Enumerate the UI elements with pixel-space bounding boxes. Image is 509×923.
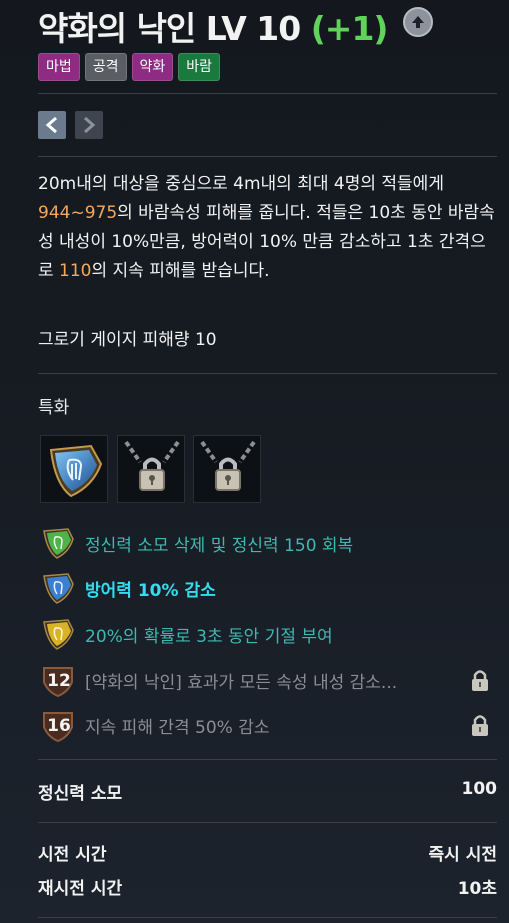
- tripod-text: 지속 피해 간격 50% 감소: [85, 717, 270, 738]
- tripod-slot-locked[interactable]: [117, 435, 185, 503]
- tripod-slot-harp[interactable]: [40, 435, 108, 503]
- tripod-option[interactable]: 20%의 확률로 3초 동안 기절 부여: [40, 616, 333, 652]
- next-button[interactable]: [75, 111, 103, 139]
- divider: [38, 759, 497, 760]
- description-text: 20m내의 대상을 중심으로 4m내의 최대 4명의 적들에게: [38, 174, 444, 194]
- level-badge: 12: [40, 662, 76, 698]
- chain-lock-icon: [200, 440, 256, 491]
- tag-wind: 바람: [178, 53, 221, 81]
- tripod-option[interactable]: 방어력 10% 감소: [40, 570, 216, 606]
- prev-button[interactable]: [38, 111, 66, 139]
- level-number: 16: [47, 716, 71, 736]
- skill-description: 20m내의 대상을 중심으로 4m내의 최대 4명의 적들에게 944~975 의…: [38, 170, 498, 286]
- tripod-text: 정신력 소모 삭제 및 정신력 150 회복: [85, 535, 354, 556]
- cast-time-value: 즉시 시전: [428, 845, 497, 865]
- blue-shield-icon: [40, 570, 76, 606]
- tripod-option-locked[interactable]: 16 지속 피해 간격 50% 감소: [40, 707, 270, 743]
- chevron-left-icon: [45, 116, 57, 134]
- mana-cost-label: 정신력 소모: [38, 784, 123, 804]
- tripod-slot-locked[interactable]: [193, 435, 261, 503]
- gold-shield-icon: [40, 616, 76, 652]
- stagger-gauge-text: 그로기 게이지 피해량 10: [38, 330, 217, 350]
- description-text: 의 지속 피해를 받습니다.: [91, 261, 270, 281]
- cast-time-label: 시전 시간: [38, 845, 107, 865]
- green-shield-icon: [40, 525, 76, 561]
- specialization-label: 특화: [38, 398, 70, 418]
- cooldown-row: 재시전 시간 10초: [38, 874, 497, 899]
- chevron-right-icon: [84, 116, 96, 134]
- divider: [38, 373, 497, 374]
- cooldown-label: 재시전 시간: [38, 879, 123, 899]
- tripod-option-locked[interactable]: 12 [약화의 낙인] 효과가 모든 속성 내성 감소...: [40, 662, 397, 698]
- tripod-text: 20%의 확률로 3초 동안 기절 부여: [85, 626, 333, 647]
- mana-cost-value: 100: [461, 779, 498, 799]
- skill-bonus-level: (+1): [310, 9, 389, 48]
- level-up-button[interactable]: [403, 7, 433, 37]
- tripod-option[interactable]: 정신력 소모 삭제 및 정신력 150 회복: [40, 525, 353, 561]
- skill-tags: 마법 공격 약화 바람: [38, 53, 221, 81]
- divider: [38, 156, 497, 157]
- mana-cost-row: 정신력 소모 100: [38, 779, 497, 804]
- cast-time-row: 시전 시간 즉시 시전: [38, 840, 497, 865]
- dot-damage-value: 110: [59, 261, 92, 281]
- chain-lock-icon: [124, 440, 180, 491]
- lock-icon: [472, 715, 488, 736]
- divider: [38, 822, 497, 823]
- arrow-up-icon: [412, 16, 424, 28]
- tripod-text: [약화의 낙인] 효과가 모든 속성 내성 감소...: [85, 672, 398, 693]
- level-badge: 16: [40, 707, 76, 743]
- level-number: 12: [47, 671, 71, 691]
- harp-shield-icon: [49, 444, 103, 498]
- divider: [38, 917, 497, 918]
- tag-debuff: 약화: [131, 53, 174, 81]
- skill-title: 약화의 낙인 LV 10 (+1): [38, 2, 388, 50]
- tag-attack: 공격: [84, 53, 127, 81]
- cooldown-value: 10초: [457, 879, 497, 899]
- lock-icon: [472, 670, 488, 691]
- skill-name: 약화의 낙인 LV 10: [38, 9, 301, 48]
- tag-magic: 마법: [38, 53, 80, 81]
- damage-value: 944~975: [38, 203, 118, 223]
- tripod-text: 방어력 10% 감소: [85, 580, 216, 601]
- divider: [38, 93, 497, 94]
